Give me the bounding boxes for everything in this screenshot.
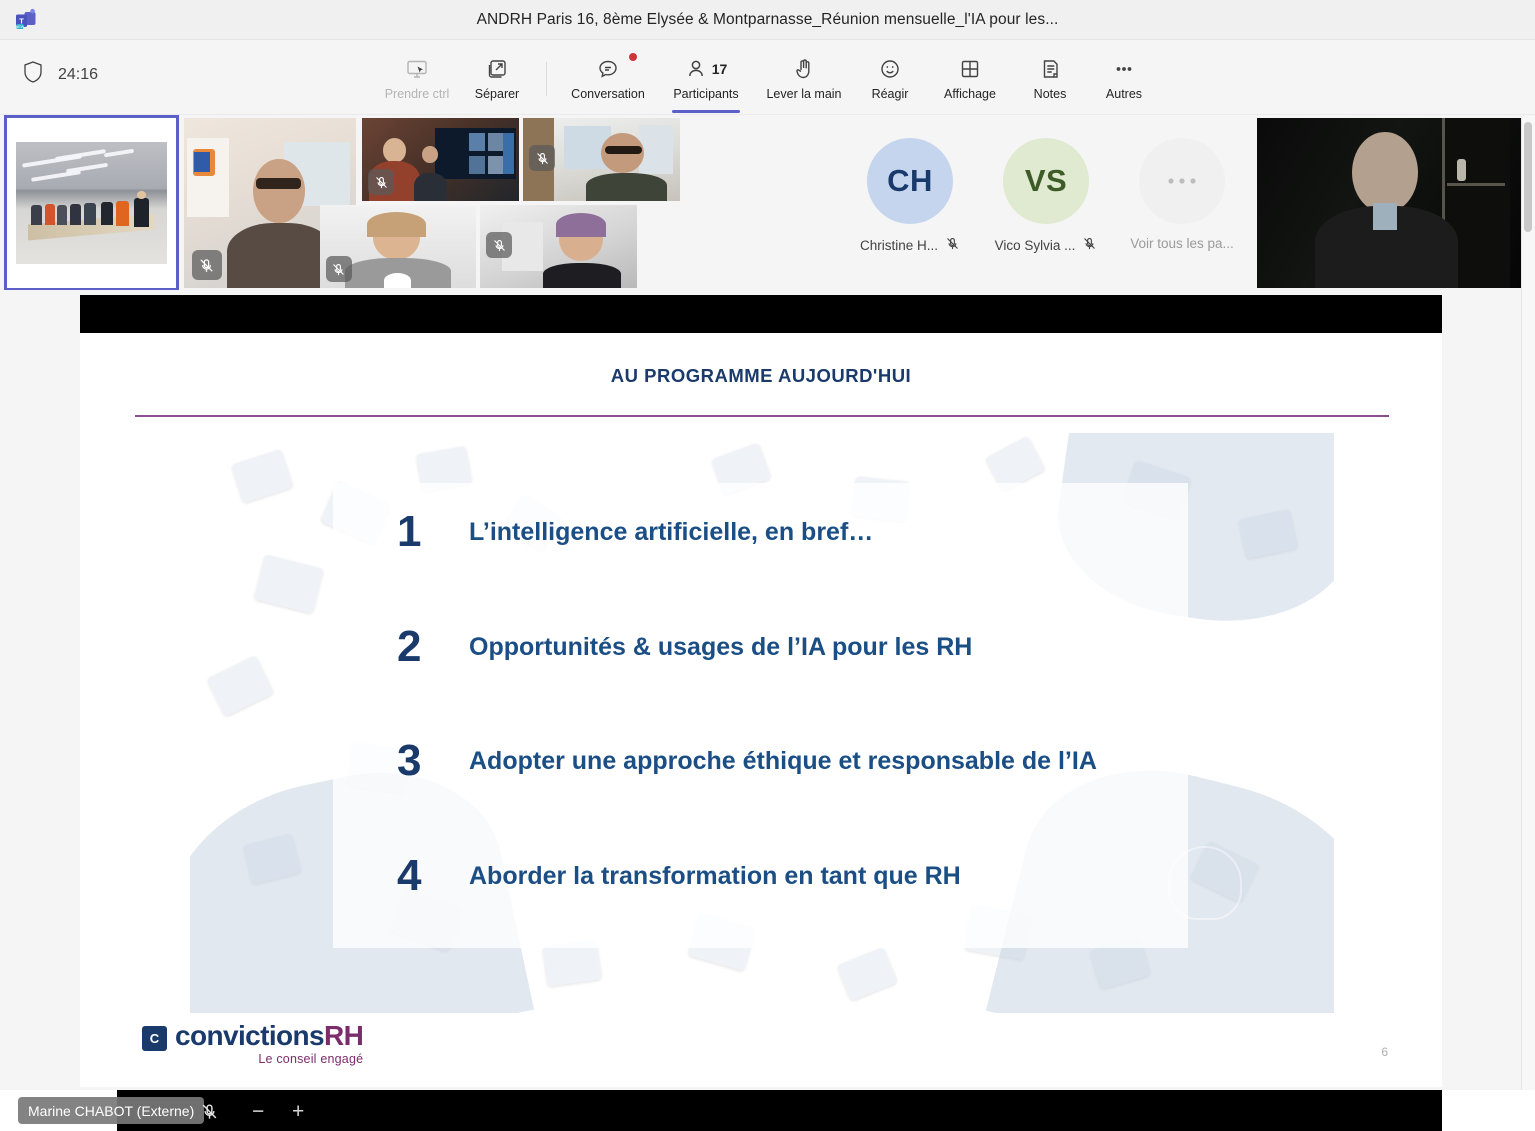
presentation-slide[interactable]: AU PROGRAMME AUJOURD'HUI 1 L’intelligenc… xyxy=(80,333,1442,1087)
presenter-name-pill: Marine CHABOT (Externe) xyxy=(18,1097,205,1124)
toolbar-items: Prendre ctrl Séparer Conversation 17 Par… xyxy=(0,40,1535,115)
logo-mark-icon: C xyxy=(142,1025,167,1051)
participants-count: 17 xyxy=(711,60,728,77)
participants-active-indicator xyxy=(672,109,740,113)
mic-muted-icon xyxy=(191,250,222,280)
participants-label: Participants xyxy=(673,86,739,101)
avatar: CH xyxy=(867,138,953,224)
emoji-icon xyxy=(878,54,902,84)
avatar-label: Vico Sylvia ... xyxy=(994,237,1076,253)
video-tile-participant-5[interactable] xyxy=(319,205,477,288)
react-label: Réagir xyxy=(871,86,909,101)
video-tile-participant-7[interactable] xyxy=(1257,118,1521,288)
logo-accent: RH xyxy=(324,1019,364,1051)
agenda-panel: 1 L’intelligence artificielle, en bref… … xyxy=(333,483,1188,948)
agenda-text: L’intelligence artificielle, en bref… xyxy=(469,517,874,546)
teams-meeting-window: T NEW ANDRH Paris 16, 8ème Elysée & Mont… xyxy=(0,0,1535,1131)
logo-name: convictions xyxy=(175,1019,325,1051)
logo-tagline: Le conseil engagé xyxy=(258,1051,364,1066)
teams-icon: T NEW xyxy=(14,8,38,32)
company-logo: C convictionsRH Le conseil engagé xyxy=(142,1019,364,1066)
share-letterbox-bottom xyxy=(117,1090,1442,1131)
view-button[interactable]: Affichage xyxy=(927,46,1013,110)
avatar: VS xyxy=(1003,138,1089,224)
avatar-name-row: Christine H... xyxy=(860,236,960,254)
scrollbar-thumb[interactable] xyxy=(1524,122,1532,232)
mic-muted-icon xyxy=(1082,236,1097,254)
video-tile-conference-room[interactable] xyxy=(4,115,179,291)
agenda-text: Opportunités & usages de l’IA pour les R… xyxy=(469,632,973,661)
pop-out-button[interactable]: Séparer xyxy=(460,46,534,110)
agenda-number: 1 xyxy=(397,507,422,556)
agenda-text: Aborder la transformation en tant que RH xyxy=(469,861,961,890)
see-all-label: Voir tous les pa... xyxy=(1130,236,1234,251)
vertical-scrollbar[interactable] xyxy=(1521,116,1535,1091)
react-button[interactable]: Réagir xyxy=(853,46,927,110)
video-tile-participant-6[interactable] xyxy=(480,205,637,288)
video-strip: CH Christine H... VS Vico Sylvia ... Voi… xyxy=(0,115,1521,291)
agenda-number: 4 xyxy=(397,851,422,900)
more-options-label: Autres xyxy=(1105,86,1143,101)
slide-title: AU PROGRAMME AUJOURD'HUI xyxy=(610,365,912,386)
more-options-button[interactable]: Autres xyxy=(1087,46,1161,110)
participant-avatar-vico[interactable]: VS Vico Sylvia ... xyxy=(987,116,1105,254)
raise-hand-icon xyxy=(792,54,816,84)
take-control-button[interactable]: Prendre ctrl xyxy=(374,46,460,110)
raise-hand-label: Lever la main xyxy=(766,86,842,101)
notes-icon xyxy=(1038,54,1062,84)
slide-divider xyxy=(135,415,1389,417)
take-control-label: Prendre ctrl xyxy=(384,86,450,101)
see-all-participants-button[interactable]: Voir tous les pa... xyxy=(1123,116,1241,251)
notes-label: Notes xyxy=(1033,86,1067,101)
participant-7-video xyxy=(1257,118,1521,288)
chat-button[interactable]: Conversation xyxy=(559,46,657,110)
chat-icon xyxy=(595,52,637,84)
mic-muted-icon xyxy=(368,169,395,195)
svg-text:NEW: NEW xyxy=(16,25,25,29)
avatar-name-row: Vico Sylvia ... xyxy=(995,236,1098,254)
agenda-number: 3 xyxy=(397,736,422,785)
layout-grid-icon xyxy=(958,54,982,84)
conference-room-scene xyxy=(7,118,176,288)
participants-button[interactable]: 17 Participants xyxy=(657,46,755,113)
agenda-text: Adopter une approche éthique et responsa… xyxy=(469,746,1097,775)
video-tile-participant-3[interactable] xyxy=(362,118,520,201)
zoom-in-button[interactable]: + xyxy=(292,1100,304,1124)
presenter-bar: Marine CHABOT (Externe) − + xyxy=(0,1090,1535,1131)
raise-hand-button[interactable]: Lever la main xyxy=(755,46,853,110)
agenda-item-1: 1 L’intelligence artificielle, en bref… xyxy=(397,507,873,557)
participant-avatar-christine[interactable]: CH Christine H... xyxy=(851,116,969,254)
mic-muted-icon xyxy=(529,145,556,171)
people-icon: 17 xyxy=(685,54,728,84)
video-tile-participant-4[interactable] xyxy=(523,118,680,201)
notes-button[interactable]: Notes xyxy=(1013,46,1087,110)
meeting-toolbar: 24:16 Prendre ctrl Séparer Conversation … xyxy=(0,40,1535,115)
take-control-icon xyxy=(405,54,429,84)
mic-muted-icon xyxy=(945,236,960,254)
chat-label: Conversation xyxy=(571,86,645,101)
more-ellipsis-icon xyxy=(1139,138,1225,224)
avatar-group: CH Christine H... VS Vico Sylvia ... Voi… xyxy=(825,116,1241,290)
mic-muted-icon xyxy=(325,256,352,282)
chat-notification-dot xyxy=(629,52,637,61)
pop-out-label: Séparer xyxy=(474,86,520,101)
agenda-item-3: 3 Adopter une approche éthique et respon… xyxy=(397,736,1097,786)
pop-out-icon xyxy=(485,54,509,84)
screen-share-letterbox xyxy=(80,295,1442,333)
slide-hero-image: 1 L’intelligence artificielle, en bref… … xyxy=(190,433,1334,1013)
toolbar-divider xyxy=(546,61,547,96)
meeting-title: ANDRH Paris 16, 8ème Elysée & Montparnas… xyxy=(476,10,1059,28)
shared-content-area: AU PROGRAMME AUJOURD'HUI 1 L’intelligenc… xyxy=(0,290,1521,1090)
agenda-number: 2 xyxy=(397,622,422,671)
slide-page-number: 6 xyxy=(1381,1045,1388,1059)
avatar-label: Christine H... xyxy=(859,237,939,253)
mic-muted-icon xyxy=(486,232,513,258)
mic-muted-icon xyxy=(200,1102,219,1121)
more-ellipsis-icon xyxy=(1111,54,1137,84)
agenda-item-4: 4 Aborder la transformation en tant que … xyxy=(397,851,961,901)
title-bar: T NEW ANDRH Paris 16, 8ème Elysée & Mont… xyxy=(0,0,1535,40)
zoom-out-button[interactable]: − xyxy=(252,1100,264,1124)
agenda-item-2: 2 Opportunités & usages de l’IA pour les… xyxy=(397,622,972,672)
view-label: Affichage xyxy=(944,86,996,101)
